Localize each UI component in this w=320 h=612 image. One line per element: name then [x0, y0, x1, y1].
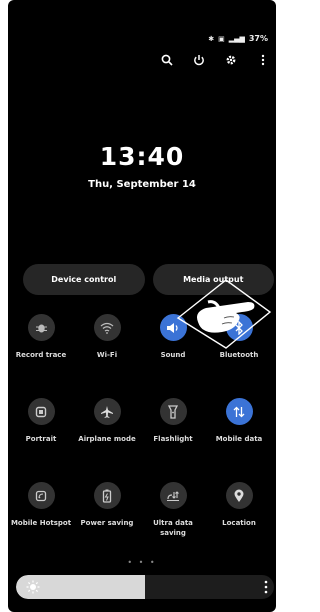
device-control-button[interactable]: Device control [23, 264, 145, 295]
tap-hand-icon [176, 279, 272, 349]
tile-label: Airplane mode [78, 435, 136, 443]
tile-portrait[interactable]: Portrait [8, 398, 74, 444]
tile-label: Portrait [25, 435, 57, 443]
tile-record-trace[interactable]: Record trace [8, 314, 74, 360]
search-icon[interactable] [160, 52, 174, 68]
settings-icon[interactable] [224, 52, 238, 68]
tile-label: Ultra data saving [153, 519, 193, 537]
signal-icon: ▂▄▆ [228, 34, 245, 43]
tile-mobile-data[interactable]: Mobile data [206, 398, 272, 444]
tile-label: Sound [160, 351, 186, 359]
top-actions [160, 52, 270, 68]
tile-row: Mobile Hotspot Power saving Ultra data s… [8, 482, 272, 538]
tile-label: Power saving [80, 519, 134, 527]
airplane-icon[interactable] [93, 398, 121, 425]
tile-label: Flashlight [153, 435, 193, 443]
flashlight-icon[interactable] [159, 398, 187, 425]
tile-label: Mobile Hotspot [10, 519, 72, 527]
location-icon[interactable] [225, 482, 253, 509]
clock-time[interactable]: 13:40 [8, 142, 276, 171]
data-saver-icon[interactable] [159, 482, 187, 509]
tile-airplane-mode[interactable]: Airplane mode [74, 398, 140, 444]
more-vertical-icon[interactable] [256, 52, 270, 68]
tile-ultra-data-saving[interactable]: Ultra data saving [140, 482, 206, 538]
sun-icon [26, 580, 40, 594]
tile-label: Mobile data [215, 435, 263, 443]
bluetooth-icon: ✱ [208, 34, 215, 43]
clock-date[interactable]: Thu, September 14 [8, 179, 276, 190]
page-indicator[interactable]: • • • [8, 558, 276, 567]
battery-level: 37% [248, 34, 268, 43]
tile-label: Wi-Fi [96, 351, 118, 359]
power-icon[interactable] [192, 52, 206, 68]
wifi-icon[interactable] [93, 314, 121, 341]
brightness-slider[interactable] [16, 575, 274, 599]
mobile-data-icon[interactable] [225, 398, 253, 425]
bug-icon[interactable] [27, 314, 55, 341]
tile-label: Record trace [15, 351, 67, 359]
tile-row: Portrait Airplane mode Flashlight Mobile… [8, 398, 272, 444]
tile-wifi[interactable]: Wi-Fi [74, 314, 140, 360]
brightness-more-icon[interactable] [262, 579, 270, 595]
tile-mobile-hotspot[interactable]: Mobile Hotspot [8, 482, 74, 538]
tile-power-saving[interactable]: Power saving [74, 482, 140, 538]
hotspot-icon[interactable] [27, 482, 55, 509]
portrait-icon[interactable] [27, 398, 55, 425]
quick-panel: ✱ ▣ ▂▄▆ 37% 13:40 Thu, September 14 Devi… [8, 0, 276, 612]
tile-flashlight[interactable]: Flashlight [140, 398, 206, 444]
status-bar: ✱ ▣ ▂▄▆ 37% [208, 34, 268, 43]
battery-saver-icon[interactable] [93, 482, 121, 509]
tile-label: Location [222, 519, 256, 527]
mute-icon: ▣ [218, 34, 225, 43]
tile-location[interactable]: Location [206, 482, 272, 538]
tile-label: Bluetooth [219, 351, 259, 359]
